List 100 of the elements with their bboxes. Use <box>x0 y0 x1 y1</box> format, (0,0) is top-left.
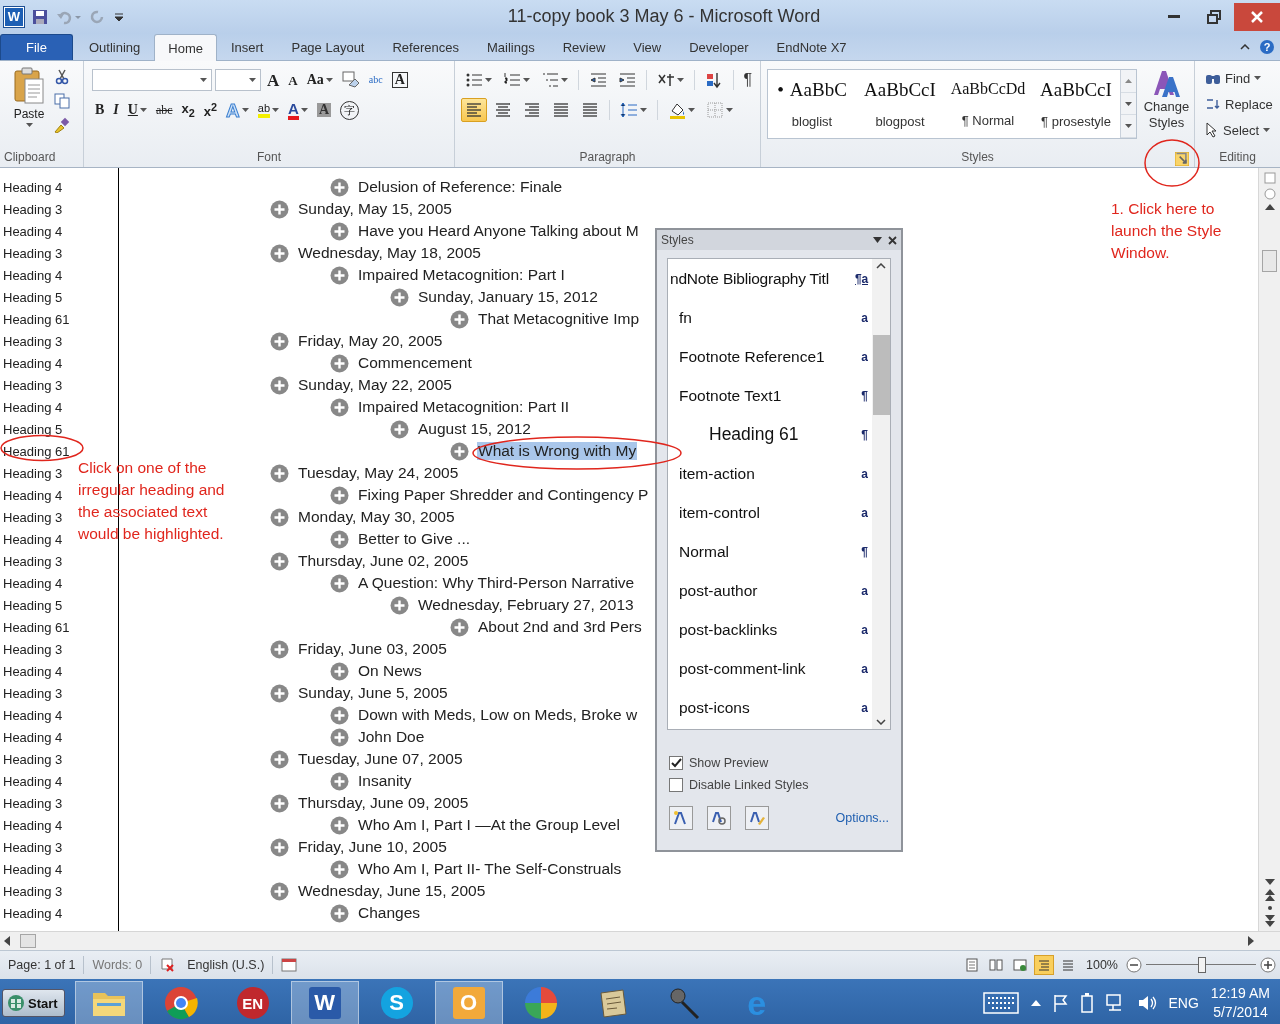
expand-icon[interactable] <box>330 485 349 505</box>
language-indicator[interactable]: English (U.S.) <box>179 956 274 974</box>
outline-heading[interactable]: Changes <box>357 904 422 922</box>
expand-icon[interactable] <box>270 507 289 527</box>
font-name-field[interactable] <box>92 69 212 91</box>
outline-heading[interactable]: Better to Give ... <box>357 530 471 548</box>
outline-heading[interactable]: Friday, May 20, 2005 <box>297 332 444 350</box>
expand-icon[interactable] <box>270 837 289 857</box>
expand-icon[interactable] <box>270 199 289 219</box>
outline-heading[interactable]: On News <box>357 662 423 680</box>
expand-icon[interactable] <box>330 727 349 747</box>
new-style-button[interactable] <box>669 806 693 830</box>
ribbon-tab[interactable]: Developer <box>675 34 763 60</box>
zoom-out-icon[interactable] <box>1126 957 1142 973</box>
outline-heading[interactable]: Fixing Paper Shredder and Contingency P <box>357 486 650 504</box>
outline-heading[interactable]: About 2nd and 3rd Pers <box>477 618 643 636</box>
scroll-thumb[interactable] <box>872 335 890 415</box>
paintbrush-icon[interactable] <box>54 117 70 133</box>
outline-heading[interactable]: Delusion of Reference: Finale <box>357 178 564 196</box>
scroll-thumb[interactable] <box>1262 250 1277 272</box>
outline-heading[interactable]: Sunday, May 22, 2005 <box>297 376 453 394</box>
style-inspector-button[interactable] <box>707 806 731 830</box>
help-icon[interactable]: ? <box>1260 40 1274 54</box>
style-item[interactable]: Normal ¶ <box>668 532 872 571</box>
scroll-left-icon[interactable] <box>4 936 10 946</box>
zoom-in-icon[interactable] <box>1260 957 1276 973</box>
scroll-down-icon[interactable] <box>1264 879 1275 885</box>
outline-heading[interactable]: Commencement <box>357 354 473 372</box>
style-option[interactable]: AaBbCcI blogpost <box>856 70 944 138</box>
dropdown-icon[interactable] <box>873 237 882 243</box>
clock[interactable]: 12:19 AM 5/7/2014 <box>1210 984 1270 1022</box>
outline-heading[interactable]: Wednesday, February 27, 2013 <box>417 596 635 614</box>
style-option[interactable]: AaBbCcDd ¶ Normal <box>944 70 1032 138</box>
outline-heading[interactable]: What is Wrong with My <box>477 442 638 460</box>
expand-icon[interactable] <box>330 353 349 373</box>
slider-thumb[interactable] <box>1198 957 1206 973</box>
expand-icon[interactable] <box>390 287 409 307</box>
scroll-right-icon[interactable] <box>1248 936 1254 946</box>
outline-view-button[interactable] <box>1034 955 1054 975</box>
save-icon[interactable] <box>32 8 48 25</box>
outline-heading[interactable]: Tuesday, May 24, 2005 <box>297 464 460 482</box>
expand-icon[interactable] <box>330 815 349 835</box>
taskbar-app[interactable] <box>74 981 143 1024</box>
input-language[interactable]: ENG <box>1168 995 1199 1011</box>
taskbar-app[interactable]: EN <box>218 981 287 1024</box>
style-item[interactable]: post-author a <box>668 571 872 610</box>
outline-heading[interactable]: Thursday, June 09, 2005 <box>297 794 470 812</box>
expand-icon[interactable] <box>270 375 289 395</box>
ribbon-tab[interactable]: EndNote X7 <box>762 34 861 60</box>
ribbon-tab[interactable]: References <box>378 34 473 60</box>
scroll-down-icon[interactable] <box>876 719 886 725</box>
ribbon-tab[interactable]: Outlining <box>74 34 155 60</box>
checkbox[interactable] <box>669 778 683 792</box>
expand-icon[interactable] <box>450 617 469 637</box>
close-button[interactable] <box>1234 2 1280 31</box>
style-item[interactable]: ndNote Bibliography Titl ¶a <box>668 259 872 298</box>
expand-icon[interactable] <box>390 595 409 615</box>
next-page-icon[interactable] <box>1264 915 1275 927</box>
outline-heading[interactable]: Sunday, January 15, 2012 <box>417 288 599 306</box>
word-count[interactable]: Words: 0 <box>84 956 152 974</box>
caret-up-icon[interactable] <box>1030 1000 1041 1006</box>
font-size-field[interactable] <box>215 69 261 91</box>
strike-button[interactable]: abc <box>152 99 176 121</box>
phonetic-button[interactable]: abc <box>365 69 386 91</box>
outline-heading[interactable]: A Question: Why Third-Person Narrative <box>357 574 636 592</box>
ribbon-tab[interactable]: View <box>619 34 676 60</box>
manage-styles-button[interactable] <box>745 806 769 830</box>
page-count[interactable]: Page: 1 of 1 <box>0 956 85 974</box>
style-item[interactable]: post-comment-link a <box>668 649 872 688</box>
expand-icon[interactable] <box>270 881 289 901</box>
close-icon[interactable] <box>888 235 897 245</box>
change-styles-button[interactable]: Change Styles <box>1143 67 1190 146</box>
shrink-button[interactable]: A <box>285 69 301 91</box>
style-item[interactable]: post-icons a <box>668 688 872 727</box>
script-button[interactable]: x$^{2}$ <box>200 99 221 121</box>
customize-icon[interactable] <box>114 10 124 23</box>
expand-icon[interactable] <box>330 859 349 879</box>
scroll-up-icon[interactable] <box>876 263 886 269</box>
expand-icon[interactable] <box>270 243 289 263</box>
flag-icon[interactable] <box>1052 994 1069 1012</box>
scissors-icon[interactable] <box>54 69 70 85</box>
expand-icon[interactable] <box>330 397 349 417</box>
expand-icon[interactable] <box>330 573 349 593</box>
outline-heading[interactable]: Friday, June 10, 2005 <box>297 838 448 856</box>
expand-icon[interactable] <box>270 683 289 703</box>
italic-button[interactable]: I <box>110 99 122 121</box>
ribbon-tab[interactable]: File <box>0 34 73 60</box>
style-item[interactable]: fn a <box>668 298 872 337</box>
grow-button[interactable]: A <box>264 69 283 91</box>
style-option[interactable]: • AaBbC bloglist <box>768 70 856 138</box>
paste-button[interactable]: Paste <box>4 67 54 146</box>
macro-icon[interactable] <box>281 958 298 972</box>
expand-icon[interactable] <box>270 331 289 351</box>
outline-heading[interactable]: John Doe <box>357 728 426 746</box>
start-button[interactable]: Start <box>2 989 65 1017</box>
style-option[interactable]: AaBbCcI ¶ prosestyle <box>1032 70 1120 138</box>
style-item[interactable]: Heading 61 ¶ <box>668 415 872 454</box>
style-item[interactable]: item-action a <box>668 454 872 493</box>
scrollbar[interactable] <box>1258 168 1280 931</box>
outline-heading[interactable]: Thursday, June 02, 2005 <box>297 552 470 570</box>
